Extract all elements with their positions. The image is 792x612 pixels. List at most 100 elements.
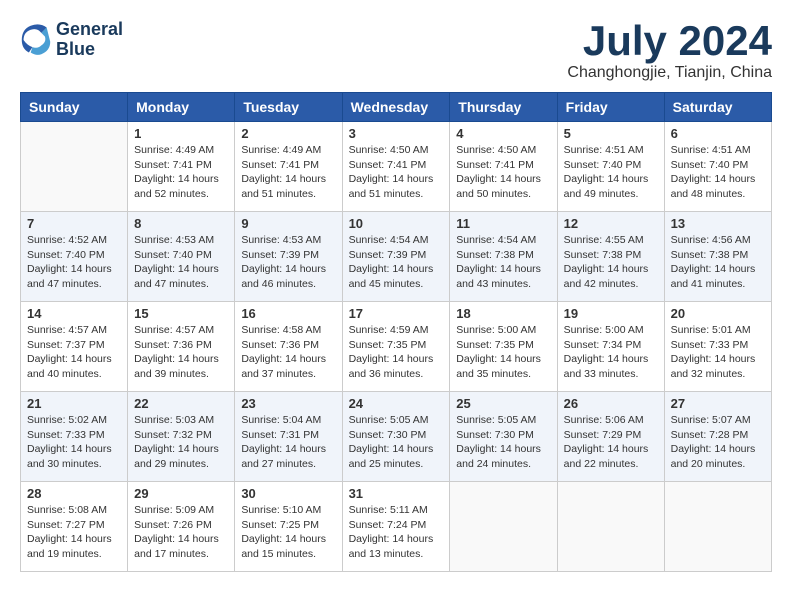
day-number: 28 [27,486,121,501]
sunrise-text: Sunrise: 5:11 AM [349,504,428,516]
page-header: General Blue July 2024 Changhongjie, Tia… [20,20,772,82]
sunset-text: Sunset: 7:32 PM [134,429,212,441]
calendar-cell: 30Sunrise: 5:10 AMSunset: 7:25 PMDayligh… [235,482,342,572]
sunset-text: Sunset: 7:25 PM [241,519,319,531]
calendar-cell: 6Sunrise: 4:51 AMSunset: 7:40 PMDaylight… [664,122,771,212]
calendar-cell: 21Sunrise: 5:02 AMSunset: 7:33 PMDayligh… [21,392,128,482]
week-row-3: 14Sunrise: 4:57 AMSunset: 7:37 PMDayligh… [21,302,772,392]
daylight-minutes: and 49 minutes. [564,188,639,200]
sunset-text: Sunset: 7:31 PM [241,429,319,441]
calendar-cell [664,482,771,572]
day-info: Sunrise: 5:09 AMSunset: 7:26 PMDaylight:… [134,503,228,562]
week-row-5: 28 Sunrise: 5:08 AMSunset: 7:27 PMDayligh… [21,482,772,572]
day-number: 18 [456,306,550,321]
day-number: 11 [456,216,550,231]
day-number: 7 [27,216,121,231]
calendar-cell: 2Sunrise: 4:49 AMSunset: 7:41 PMDaylight… [235,122,342,212]
sunrise-text: Sunrise: 4:53 AM [241,234,321,246]
daylight-minutes: and 40 minutes. [27,368,102,380]
sunrise-text: Sunrise: 5:04 AM [241,414,321,426]
daylight-minutes: and 13 minutes. [349,548,424,560]
daylight-minutes: and 36 minutes. [349,368,424,380]
day-number: 16 [241,306,335,321]
daylight-minutes: and 42 minutes. [564,278,639,290]
col-header-friday: Friday [557,93,664,122]
sunrise-text: Sunrise: 4:49 AM [134,144,214,156]
sunrise-text: Sunrise: 5:01 AM [671,324,751,336]
day-number: 26 [564,396,658,411]
sunset-text: Sunset: 7:38 PM [671,249,749,261]
day-info: Sunrise: 5:08 AMSunset: 7:27 PMDaylight:… [27,503,121,562]
col-header-monday: Monday [128,93,235,122]
day-info: Sunrise: 4:51 AMSunset: 7:40 PMDaylight:… [564,143,658,202]
day-number: 23 [241,396,335,411]
daylight-label: Daylight: 14 hours [456,173,541,185]
daylight-minutes: and 27 minutes. [241,458,316,470]
month-title: July 2024 [567,20,772,62]
sunset-text: Sunset: 7:39 PM [241,249,319,261]
day-number: 4 [456,126,550,141]
sunset-text: Sunset: 7:36 PM [241,339,319,351]
daylight-label: Daylight: 14 hours [134,263,219,275]
calendar-cell: 9Sunrise: 4:53 AMSunset: 7:39 PMDaylight… [235,212,342,302]
day-info: Sunrise: 5:03 AMSunset: 7:32 PMDaylight:… [134,413,228,472]
day-number: 8 [134,216,228,231]
day-info: Sunrise: 5:01 AMSunset: 7:33 PMDaylight:… [671,323,765,382]
daylight-label: Daylight: 14 hours [564,173,649,185]
sunset-text: Sunset: 7:41 PM [241,159,319,171]
daylight-label: Daylight: 14 hours [456,353,541,365]
day-info: Sunrise: 4:56 AMSunset: 7:38 PMDaylight:… [671,233,765,292]
day-number: 1 [134,126,228,141]
daylight-minutes: and 17 minutes. [134,548,209,560]
sunrise-text: Sunrise: 5:06 AM [564,414,644,426]
day-number: 27 [671,396,765,411]
daylight-label: Daylight: 14 hours [349,263,434,275]
day-info: Sunrise: 5:06 AMSunset: 7:29 PMDaylight:… [564,413,658,472]
daylight-minutes: and 29 minutes. [134,458,209,470]
sunset-text: Sunset: 7:40 PM [134,249,212,261]
calendar-cell: 5 Sunrise: 4:51 AMSunset: 7:40 PMDaylight… [557,122,664,212]
daylight-minutes: and 25 minutes. [349,458,424,470]
day-info: Sunrise: 5:07 AMSunset: 7:28 PMDaylight:… [671,413,765,472]
sunrise-text: Sunrise: 4:54 AM [349,234,429,246]
daylight-label: Daylight: 14 hours [456,263,541,275]
day-number: 5 [564,126,658,141]
day-info: Sunrise: 4:55 AMSunset: 7:38 PMDaylight:… [564,233,658,292]
col-header-sunday: Sunday [21,93,128,122]
calendar-cell: 27 Sunrise: 5:07 AMSunset: 7:28 PMDayligh… [664,392,771,482]
calendar-cell: 26 Sunrise: 5:06 AMSunset: 7:29 PMDayligh… [557,392,664,482]
week-row-2: 7Sunrise: 4:52 AMSunset: 7:40 PMDaylight… [21,212,772,302]
day-info: Sunrise: 4:57 AMSunset: 7:36 PMDaylight:… [134,323,228,382]
daylight-label: Daylight: 14 hours [671,443,756,455]
calendar-cell: 17Sunrise: 4:59 AMSunset: 7:35 PMDayligh… [342,302,450,392]
day-info: Sunrise: 5:00 AMSunset: 7:35 PMDaylight:… [456,323,550,382]
calendar-cell: 8Sunrise: 4:53 AMSunset: 7:40 PMDaylight… [128,212,235,302]
sunrise-text: Sunrise: 5:02 AM [27,414,107,426]
calendar-cell: 18 Sunrise: 5:00 AMSunset: 7:35 PMDayligh… [450,302,557,392]
daylight-label: Daylight: 14 hours [27,533,112,545]
title-area: July 2024 Changhongjie, Tianjin, China [567,20,772,82]
sunrise-text: Sunrise: 5:05 AM [456,414,536,426]
daylight-label: Daylight: 14 hours [564,263,649,275]
day-info: Sunrise: 5:11 AMSunset: 7:24 PMDaylight:… [349,503,444,562]
daylight-label: Daylight: 14 hours [27,263,112,275]
sunset-text: Sunset: 7:35 PM [349,339,427,351]
sunrise-text: Sunrise: 4:57 AM [27,324,107,336]
sunset-text: Sunset: 7:36 PM [134,339,212,351]
day-info: Sunrise: 4:50 AMSunset: 7:41 PMDaylight:… [456,143,550,202]
sunset-text: Sunset: 7:33 PM [27,429,105,441]
daylight-label: Daylight: 14 hours [564,353,649,365]
sunrise-text: Sunrise: 5:00 AM [456,324,536,336]
daylight-minutes: and 20 minutes. [671,458,746,470]
sunset-text: Sunset: 7:33 PM [671,339,749,351]
sunset-text: Sunset: 7:40 PM [671,159,749,171]
daylight-label: Daylight: 14 hours [241,173,326,185]
day-info: Sunrise: 4:53 AMSunset: 7:39 PMDaylight:… [241,233,335,292]
daylight-label: Daylight: 14 hours [134,443,219,455]
sunrise-text: Sunrise: 5:00 AM [564,324,644,336]
day-info: Sunrise: 4:50 AMSunset: 7:41 PMDaylight:… [349,143,444,202]
day-number: 3 [349,126,444,141]
calendar-table: SundayMondayTuesdayWednesdayThursdayFrid… [20,92,772,572]
calendar-cell: 4 Sunrise: 4:50 AMSunset: 7:41 PMDaylight… [450,122,557,212]
day-number: 25 [456,396,550,411]
